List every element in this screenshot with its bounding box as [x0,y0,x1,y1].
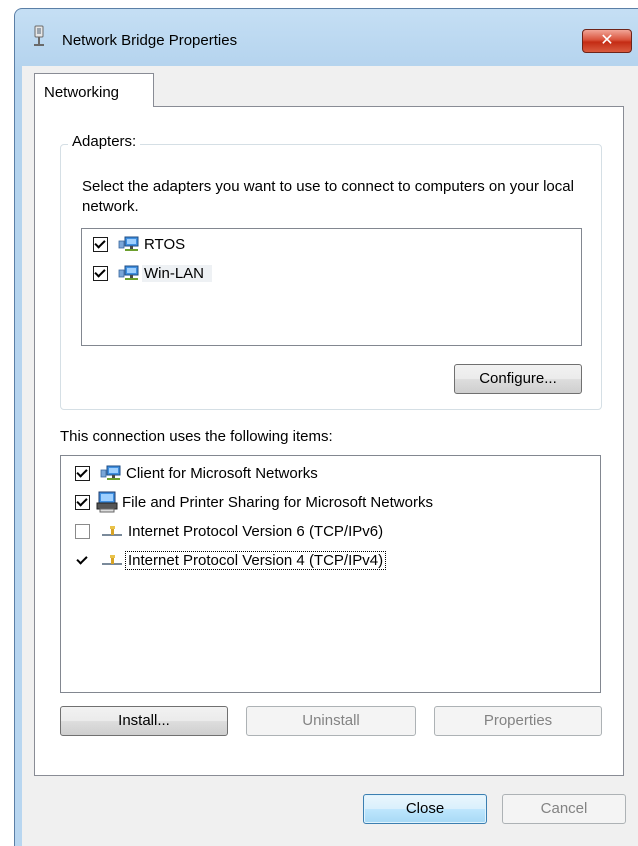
list-item[interactable]: Client for Microsoft Networks [75,462,320,484]
uninstall-button: Uninstall [246,706,416,736]
item-label: Client for Microsoft Networks [126,464,318,482]
close-window-button[interactable]: ✕ [582,29,632,53]
install-button[interactable]: Install... [60,706,228,736]
list-item[interactable]: Internet Protocol Version 4 (TCP/IPv4) [75,549,387,571]
configure-button[interactable]: Configure... [454,364,582,394]
checkbox[interactable] [75,465,90,481]
tab-networking[interactable]: Networking [34,73,154,107]
adapters-list[interactable]: RTOS Win-LAN [81,228,582,346]
adapters-group-label: Adapters: [68,133,141,150]
checkbox[interactable] [75,523,90,539]
protocol-icon [102,524,122,538]
network-adapter-icon [118,235,140,253]
connection-items-list[interactable]: Client for Microsoft Networks File and P… [60,455,601,693]
list-item[interactable]: Internet Protocol Version 6 (TCP/IPv6) [75,520,385,542]
checkbox[interactable] [75,552,90,568]
properties-button: Properties [434,706,602,736]
close-button[interactable]: Close [363,794,487,824]
file-printer-sharing-icon [96,491,118,513]
network-client-icon [100,464,122,482]
list-item[interactable]: RTOS [93,233,187,255]
checkbox[interactable] [93,236,108,252]
adapters-description: Select the adapters you want to use to c… [82,178,574,215]
item-label: Internet Protocol Version 6 (TCP/IPv6) [128,522,384,540]
item-label: Internet Protocol Version 4 (TCP/IPv4) [124,550,387,570]
list-item[interactable]: File and Printer Sharing for Microsoft N… [75,491,435,513]
window-title: Network Bridge Properties [62,32,238,49]
list-item[interactable]: Win-LAN [93,262,213,284]
protocol-icon [102,553,122,567]
network-bridge-icon [32,25,46,47]
item-label: File and Printer Sharing for Microsoft N… [122,493,433,511]
checkbox[interactable] [75,494,90,510]
network-adapter-icon [118,264,140,282]
adapter-label: RTOS [144,235,186,253]
cancel-button: Cancel [502,794,626,824]
connection-items-caption: This connection uses the following items… [60,428,333,445]
adapter-label: Win-LAN [142,264,213,282]
checkbox[interactable] [93,265,108,281]
